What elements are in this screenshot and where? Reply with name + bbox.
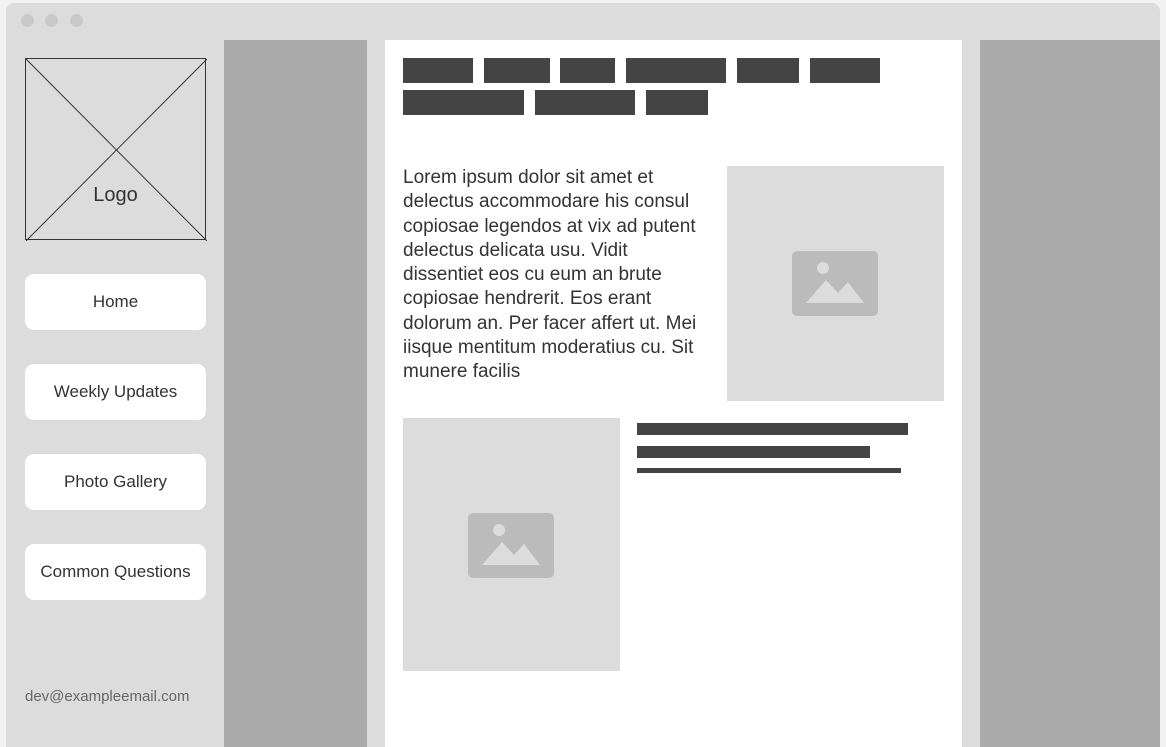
- tag-placeholder[interactable]: [810, 58, 880, 83]
- text-line-placeholder: [637, 423, 908, 435]
- nav-weekly-updates-button[interactable]: Weekly Updates: [25, 364, 206, 420]
- tag-placeholder[interactable]: [484, 58, 550, 83]
- browser-window: Logo Home Weekly Updates Photo Gallery C…: [6, 3, 1160, 747]
- title-bar: [6, 3, 1160, 40]
- nav-photo-gallery-button[interactable]: Photo Gallery: [25, 454, 206, 510]
- right-column: [980, 40, 1160, 747]
- logo-label: Logo: [93, 184, 138, 206]
- logo[interactable]: Logo: [25, 58, 207, 241]
- image-icon: [468, 513, 554, 578]
- image-placeholder: [727, 166, 944, 401]
- nav-common-questions-button[interactable]: Common Questions: [25, 544, 206, 600]
- minimize-window-button[interactable]: [45, 14, 58, 27]
- close-window-button[interactable]: [21, 14, 34, 27]
- sidebar: Logo Home Weekly Updates Photo Gallery C…: [6, 40, 224, 747]
- tag-placeholder[interactable]: [646, 90, 708, 115]
- logo-placeholder-icon: [26, 59, 207, 241]
- tag-placeholder[interactable]: [560, 58, 615, 83]
- nav-home-button[interactable]: Home: [25, 274, 206, 330]
- tag-placeholder[interactable]: [737, 58, 799, 83]
- main-content: Lorem ipsum dolor sit amet et delectus a…: [385, 40, 962, 747]
- text-line-placeholder: [637, 446, 870, 458]
- tag-placeholder[interactable]: [403, 90, 524, 115]
- image-placeholder: [403, 418, 620, 671]
- contact-email[interactable]: dev@exampleemail.com: [25, 688, 189, 705]
- text-line-placeholder: [637, 468, 901, 473]
- body-paragraph: Lorem ipsum dolor sit amet et delectus a…: [403, 167, 697, 383]
- image-icon: [792, 251, 878, 316]
- maximize-window-button[interactable]: [70, 14, 83, 27]
- tag-placeholder[interactable]: [403, 58, 473, 83]
- tag-placeholder[interactable]: [535, 90, 635, 115]
- tag-placeholder[interactable]: [626, 58, 726, 83]
- left-column: [224, 40, 367, 747]
